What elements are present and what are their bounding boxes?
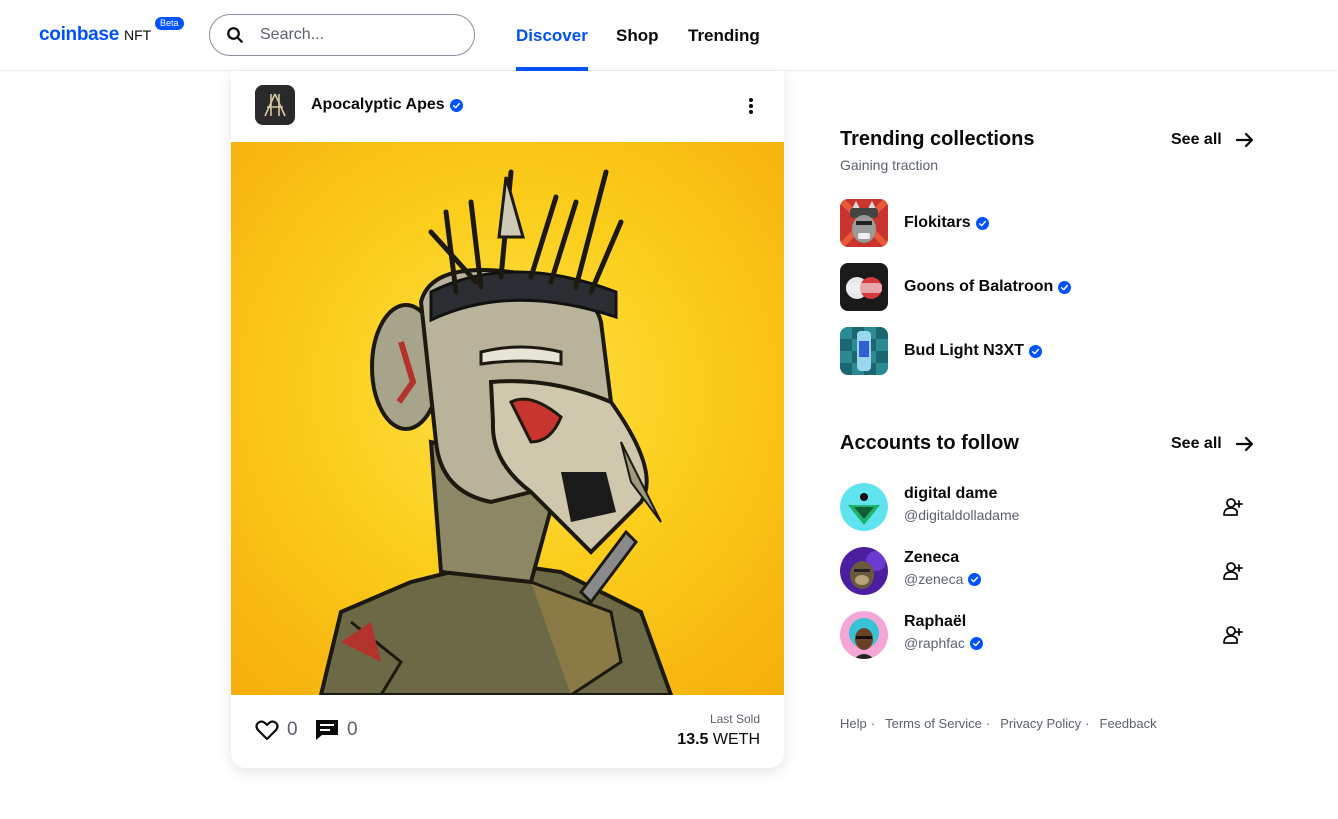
- collection-name: Bud Light N3XT: [904, 342, 1024, 359]
- account-handle: @raphfac: [904, 635, 983, 651]
- footer-links: Help · Terms of Service · Privacy Policy…: [840, 716, 1157, 731]
- collection-label: Goons of Balatroon: [904, 278, 1072, 296]
- last-sold-label: Last Sold: [709, 712, 760, 726]
- collection-avatar[interactable]: [255, 85, 295, 125]
- collection-label: Flokitars: [904, 214, 989, 232]
- comment-button[interactable]: 0: [315, 719, 358, 741]
- last-sold-price: 13.5 WETH: [677, 731, 760, 749]
- trending-collection-item[interactable]: Bud Light N3XT: [840, 327, 1042, 375]
- comment-count: 0: [347, 719, 358, 740]
- verified-badge-icon: [968, 572, 982, 586]
- footer-separator: ·: [870, 716, 876, 731]
- post-header: Apocalyptic Apes: [231, 71, 784, 142]
- collection-name: Goons of Balatroon: [904, 278, 1054, 295]
- account-handle: @digitaldolladame: [904, 507, 1019, 523]
- tab-trending[interactable]: Trending: [688, 0, 760, 71]
- like-button[interactable]: 0: [255, 719, 298, 741]
- apocalyptic-apes-logo-icon: [264, 93, 286, 117]
- footer-link-help[interactable]: Help: [840, 716, 867, 731]
- tab-discover[interactable]: Discover: [516, 0, 588, 71]
- see-all-label: See all: [1171, 435, 1222, 452]
- verified-badge-icon: [449, 98, 463, 112]
- avatar[interactable]: [840, 547, 888, 595]
- collection-name[interactable]: Apocalyptic Apes: [311, 96, 463, 114]
- avatar[interactable]: [840, 611, 888, 659]
- search-bar[interactable]: [209, 14, 475, 56]
- verified-badge-icon: [975, 216, 989, 230]
- accounts-see-all-link[interactable]: See all: [1171, 435, 1254, 453]
- footer-link-feedback[interactable]: Feedback: [1100, 716, 1157, 731]
- account-item: Zeneca @zeneca: [840, 547, 1258, 595]
- beta-badge: Beta: [155, 17, 184, 30]
- footer-link-privacy[interactable]: Privacy Policy: [1000, 716, 1081, 731]
- logo-wordmark: coinbase: [39, 24, 119, 45]
- account-handle-text: @zeneca: [904, 571, 964, 587]
- trending-collections-title: Trending collections: [840, 128, 1035, 150]
- logo-suffix: NFT: [123, 27, 152, 43]
- accounts-to-follow-title: Accounts to follow: [840, 432, 1019, 454]
- follow-user-icon[interactable]: [1222, 496, 1244, 518]
- coinbase-nft-logo[interactable]: coinbase NFT Beta: [39, 17, 184, 46]
- account-handle-text: @digitaldolladame: [904, 507, 1020, 523]
- account-handle: @zeneca: [904, 571, 982, 587]
- price-amount: 13.5: [677, 731, 709, 748]
- search-icon: [227, 27, 243, 43]
- trending-collection-item[interactable]: Flokitars: [840, 199, 989, 247]
- comment-icon: [316, 720, 338, 740]
- heart-icon: [255, 720, 279, 741]
- tab-shop[interactable]: Shop: [616, 0, 659, 71]
- price-currency: WETH: [712, 731, 760, 748]
- trending-collection-item[interactable]: Goons of Balatroon: [840, 263, 1072, 311]
- more-options-icon[interactable]: [742, 95, 760, 117]
- arrow-right-icon: [1235, 132, 1253, 148]
- collection-name-text: Apocalyptic Apes: [311, 96, 445, 113]
- post-footer: 0 0 Last Sold 13.5 WETH: [231, 695, 784, 768]
- account-name[interactable]: Zeneca: [904, 549, 959, 567]
- footer-separator: ·: [1085, 716, 1090, 731]
- goons-of-balatroon-thumbnail: [840, 263, 888, 311]
- footer-separator: ·: [985, 716, 991, 731]
- like-count: 0: [287, 719, 298, 740]
- trending-collections-subtitle: Gaining traction: [840, 157, 939, 173]
- zombie-ape-artwork: [318, 169, 674, 695]
- nft-post-card: Apocalyptic Apes 0 0 Last Sold 13.5 WETH: [231, 71, 784, 768]
- avatar[interactable]: [840, 483, 888, 531]
- bud-light-n3xt-thumbnail: [840, 327, 888, 375]
- account-name[interactable]: Raphaël: [904, 613, 966, 631]
- account-item: Raphaël @raphfac: [840, 611, 1258, 659]
- collection-label: Bud Light N3XT: [904, 342, 1042, 360]
- collection-name: Flokitars: [904, 214, 971, 231]
- nft-image[interactable]: [231, 142, 784, 695]
- account-name[interactable]: digital dame: [904, 485, 997, 503]
- arrow-right-icon: [1235, 436, 1253, 452]
- verified-badge-icon: [969, 636, 983, 650]
- verified-badge-icon: [1028, 344, 1042, 358]
- see-all-label: See all: [1171, 131, 1222, 148]
- follow-user-icon[interactable]: [1222, 624, 1244, 646]
- search-input[interactable]: [260, 26, 450, 44]
- account-handle-text: @raphfac: [904, 635, 965, 651]
- footer-link-terms[interactable]: Terms of Service: [885, 716, 982, 731]
- verified-badge-icon: [1058, 280, 1072, 294]
- account-item: digital dame @digitaldolladame: [840, 483, 1258, 531]
- trending-see-all-link[interactable]: See all: [1171, 131, 1254, 149]
- flokitars-thumbnail: [840, 199, 888, 247]
- top-nav-bar: coinbase NFT Beta Discover Shop Trending: [0, 0, 1338, 71]
- follow-user-icon[interactable]: [1222, 560, 1244, 582]
